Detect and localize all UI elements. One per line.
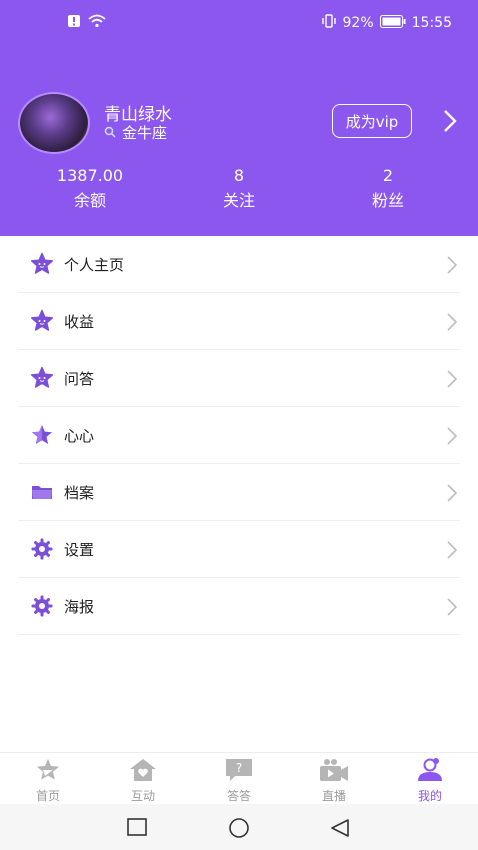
zodiac-row: 金牛座 (104, 122, 167, 143)
chevron-right-icon (446, 483, 458, 507)
star-face-icon (30, 309, 54, 333)
menu-item-homepage[interactable]: 个人主页 (18, 236, 460, 293)
avatar[interactable] (18, 92, 90, 154)
menu-label: 问答 (64, 369, 95, 388)
profile-summary[interactable]: 青山绿水 金牛座 成为vip (18, 92, 460, 154)
gear-icon (30, 537, 54, 561)
tab-mine[interactable]: 我的 (395, 757, 465, 804)
stat-balance[interactable]: 1387.00 余额 (30, 166, 150, 211)
menu-item-settings[interactable]: 设置 (18, 521, 460, 578)
chevron-right-icon (446, 255, 458, 279)
stat-label: 关注 (222, 191, 255, 210)
tab-answers[interactable]: ? 答答 (204, 757, 274, 804)
menu-list: 个人主页 收益 问答 心心 档案 设置 海报 (18, 236, 460, 635)
folder-icon (30, 480, 54, 504)
zodiac-icon (104, 124, 116, 142)
star-face-icon (30, 366, 54, 390)
clock: 15:55 (411, 15, 452, 31)
home-button[interactable] (227, 818, 251, 842)
menu-item-qa[interactable]: 问答 (18, 350, 460, 407)
gear-icon (30, 594, 54, 618)
star-icon (30, 423, 54, 447)
chevron-right-icon (446, 540, 458, 564)
tab-home[interactable]: 首页 (13, 757, 83, 804)
menu-item-archive[interactable]: 档案 (18, 464, 460, 521)
zodiac-label: 金牛座 (122, 124, 168, 142)
chevron-right-icon (446, 369, 458, 393)
system-nav-bar (0, 804, 478, 850)
menu-label: 档案 (64, 483, 95, 502)
menu-item-hearts[interactable]: 心心 (18, 407, 460, 464)
menu-item-poster[interactable]: 海报 (18, 578, 460, 635)
bottom-tab-bar: 首页 互动 ? 答答 直播 我的 (0, 752, 478, 804)
stat-value: 2 (382, 166, 394, 185)
menu-label: 收益 (64, 312, 95, 331)
become-vip-button[interactable]: 成为vip (332, 104, 412, 138)
star-face-icon (30, 252, 54, 276)
tab-label: 答答 (226, 789, 251, 803)
tab-label: 我的 (417, 789, 442, 803)
stat-label: 粉丝 (371, 191, 404, 210)
tab-interact[interactable]: 互动 (108, 757, 178, 804)
stats-row: 1387.00 余额 8 关注 2 粉丝 (0, 166, 478, 210)
tab-label: 互动 (130, 789, 155, 803)
profile-icon (395, 757, 465, 783)
home-star-icon (13, 757, 83, 783)
video-camera-icon (299, 757, 369, 783)
tab-label: 首页 (35, 789, 60, 803)
menu-label: 设置 (64, 540, 95, 559)
stat-value: 8 (233, 166, 245, 185)
back-button[interactable] (330, 818, 350, 842)
menu-item-earnings[interactable]: 收益 (18, 293, 460, 350)
battery-percent: 92% (342, 15, 374, 31)
vibrate-icon (321, 14, 337, 32)
stat-fans[interactable]: 2 粉丝 (328, 166, 448, 211)
tab-label: 直播 (321, 789, 346, 803)
menu-label: 个人主页 (64, 255, 125, 274)
battery-icon (379, 14, 406, 32)
chevron-right-icon (446, 312, 458, 336)
chevron-right-icon (446, 597, 458, 621)
menu-label: 心心 (64, 426, 95, 445)
wifi-icon (88, 14, 106, 32)
alert-icon (68, 15, 80, 31)
status-bar: 92% 15:55 (0, 0, 478, 44)
stat-label: 余额 (73, 191, 106, 210)
profile-header: 92% 15:55 青山绿水 金牛座 成为vip 1387.00 余额 8 关注 (0, 0, 478, 236)
chevron-right-icon (446, 426, 458, 450)
chevron-right-icon[interactable] (442, 108, 458, 138)
stat-following[interactable]: 8 关注 (179, 166, 299, 211)
recent-apps-button[interactable] (127, 818, 147, 840)
menu-label: 海报 (64, 597, 95, 616)
tab-live[interactable]: 直播 (299, 757, 369, 804)
house-heart-icon (108, 757, 178, 783)
stat-value: 1387.00 (56, 166, 124, 185)
svg-text:?: ? (236, 761, 242, 775)
question-bubble-icon: ? (204, 757, 274, 783)
